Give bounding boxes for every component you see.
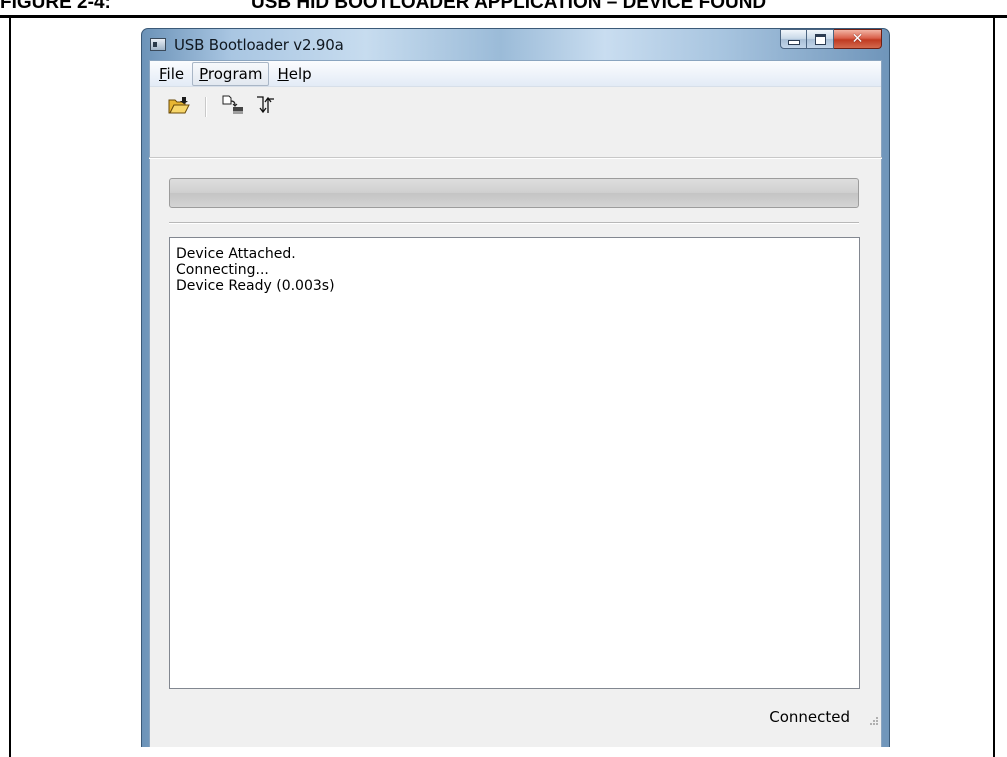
log-line: Device Attached.	[176, 246, 296, 262]
log-line: Device Ready (0.003s)	[176, 278, 335, 294]
app-icon[interactable]	[150, 38, 166, 51]
minimize-icon	[787, 39, 800, 45]
figure-title: USB HID BOOTLOADER APPLICATION – DEVICE …	[251, 0, 767, 13]
figure-caption: FIGURE 2-4: USB HID BOOTLOADER APPLICATI…	[0, 0, 1007, 14]
title-bar[interactable]: USB Bootloader v2.90a ✕	[142, 29, 889, 61]
progress-divider	[169, 222, 859, 224]
close-button[interactable]: ✕	[834, 29, 882, 49]
progress-bar	[169, 178, 859, 208]
maximize-button[interactable]	[807, 29, 834, 49]
close-icon: ✕	[851, 31, 864, 47]
maximize-icon	[814, 33, 826, 45]
log-line: Connecting...	[176, 262, 269, 278]
figure-number: FIGURE 2-4:	[0, 0, 111, 13]
minimize-button[interactable]	[780, 29, 807, 49]
window-title: USB Bootloader v2.90a	[174, 36, 344, 54]
toolbar-divider	[149, 157, 882, 159]
status-text: Connected	[769, 708, 850, 726]
caption-buttons: ✕	[780, 29, 882, 49]
client-content: Device Attached. Connecting... Device Re…	[149, 60, 882, 747]
log-output[interactable]: Device Attached. Connecting... Device Re…	[169, 237, 860, 689]
resize-grip-icon[interactable]	[867, 714, 879, 726]
status-bar: Connected	[149, 705, 882, 729]
